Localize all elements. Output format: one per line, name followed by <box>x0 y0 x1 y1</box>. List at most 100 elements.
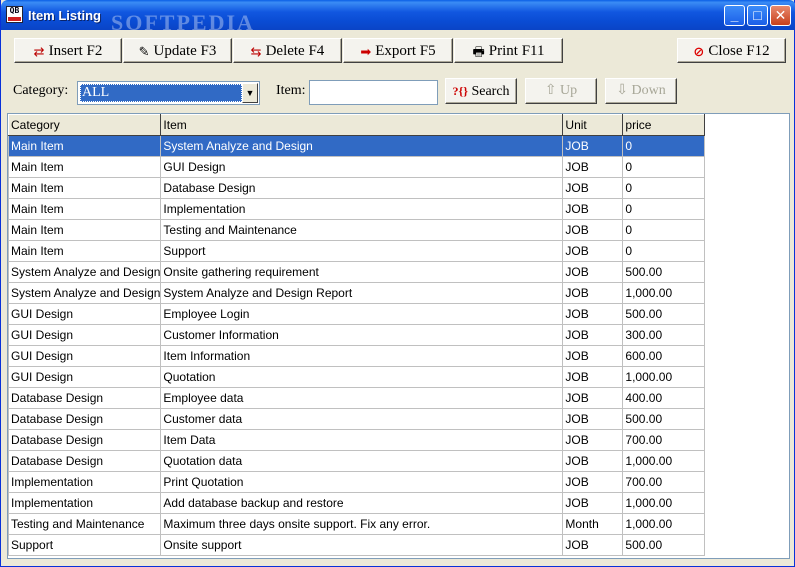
table-row[interactable]: Database Design Quotation data JOB 1,000.00 <box>7 450 706 472</box>
maximize-button[interactable]: □ <box>747 5 768 26</box>
category-cell: Database Design <box>7 387 162 409</box>
item-cell: Maximum three days onsite support. Fix a… <box>160 513 564 535</box>
price-cell: 0 <box>622 198 706 220</box>
item-cell: Employee Login <box>160 303 564 325</box>
table-row[interactable]: GUI Design Item Information JOB 600.00 <box>7 345 706 367</box>
item-cell: Quotation data <box>160 450 564 472</box>
insert-button[interactable]: ⇄ Insert F2 <box>14 38 122 63</box>
table-row[interactable]: Support Onsite support JOB 500.00 <box>7 534 706 556</box>
category-cell: Main Item <box>7 240 162 262</box>
print-button[interactable]: 🖶 Print F11 <box>454 38 563 63</box>
category-cell: Support <box>7 534 162 556</box>
table-row[interactable]: Main Item Testing and Maintenance JOB 0 <box>7 219 706 241</box>
category-select[interactable]: ALL ▼ <box>77 81 260 105</box>
unit-cell: JOB <box>562 177 624 199</box>
unit-cell: JOB <box>562 429 624 451</box>
category-cell: System Analyze and Design <box>7 261 162 283</box>
export-icon: ➡ <box>360 44 372 59</box>
unit-cell: JOB <box>562 492 624 514</box>
table-row[interactable]: Database Design Customer data JOB 500.00 <box>7 408 706 430</box>
table-row[interactable]: Main Item System Analyze and Design JOB 0 <box>7 135 706 157</box>
table-row[interactable]: Implementation Print Quotation JOB 700.00 <box>7 471 706 493</box>
table-row[interactable]: Database Design Item Data JOB 700.00 <box>7 429 706 451</box>
category-cell: Main Item <box>7 156 162 178</box>
item-grid[interactable]: Category Item Unit price Main Item System… <box>7 113 790 559</box>
column-header-item[interactable]: Item <box>160 114 564 136</box>
export-button[interactable]: ➡ Export F5 <box>343 38 453 63</box>
price-cell: 1,000.00 <box>622 492 706 514</box>
title-bar[interactable]: QB Item Listing SOFTPEDIA _ □ ✕ <box>1 0 795 35</box>
category-cell: Main Item <box>7 219 162 241</box>
table-row[interactable]: Main Item Implementation JOB 0 <box>7 198 706 220</box>
unit-cell: JOB <box>562 135 624 157</box>
unit-cell: JOB <box>562 471 624 493</box>
price-cell: 1,000.00 <box>622 513 706 535</box>
table-row[interactable]: GUI Design Employee Login JOB 500.00 <box>7 303 706 325</box>
table-row[interactable]: Implementation Add database backup and re… <box>7 492 706 514</box>
item-cell: Testing and Maintenance <box>160 219 564 241</box>
app-icon: QB <box>6 6 23 23</box>
table-header-row: Category Item Unit price <box>7 114 706 136</box>
table-row[interactable]: Main Item Support JOB 0 <box>7 240 706 262</box>
minimize-button[interactable]: _ <box>724 5 745 26</box>
item-search-input[interactable] <box>309 80 438 105</box>
price-cell: 0 <box>622 177 706 199</box>
down-button[interactable]: ⇩ Down <box>605 78 677 104</box>
table-row[interactable]: Main Item GUI Design JOB 0 <box>7 156 706 178</box>
item-cell: Item Information <box>160 345 564 367</box>
price-cell: 0 <box>622 219 706 241</box>
update-icon: ✎ <box>138 44 150 59</box>
price-cell: 600.00 <box>622 345 706 367</box>
price-cell: 400.00 <box>622 387 706 409</box>
table-row[interactable]: Testing and Maintenance Maximum three day… <box>7 513 706 535</box>
chevron-down-icon[interactable]: ▼ <box>242 83 258 103</box>
table-row[interactable]: Database Design Employee data JOB 400.00 <box>7 387 706 409</box>
price-cell: 1,000.00 <box>622 282 706 304</box>
item-cell: System Analyze and Design Report <box>160 282 564 304</box>
table-row[interactable]: GUI Design Quotation JOB 1,000.00 <box>7 366 706 388</box>
update-button[interactable]: ✎ Update F3 <box>123 38 232 63</box>
price-cell: 0 <box>622 135 706 157</box>
unit-cell: JOB <box>562 366 624 388</box>
table-row[interactable]: GUI Design Customer Information JOB 300.00 <box>7 324 706 346</box>
unit-cell: JOB <box>562 450 624 472</box>
category-cell: System Analyze and Design <box>7 282 162 304</box>
arrow-up-icon: ⇧ <box>544 83 557 98</box>
category-cell: GUI Design <box>7 303 162 325</box>
column-header-unit[interactable]: Unit <box>562 114 624 136</box>
unit-cell: JOB <box>562 408 624 430</box>
category-cell: Testing and Maintenance <box>7 513 162 535</box>
unit-cell: JOB <box>562 156 624 178</box>
price-cell: 1,000.00 <box>622 366 706 388</box>
column-header-category[interactable]: Category <box>7 114 162 136</box>
window-title: Item Listing <box>28 8 101 23</box>
close-window-button[interactable]: ✕ <box>770 5 791 26</box>
close-button[interactable]: ⊘ Close F12 <box>677 38 786 63</box>
table-body: Main Item System Analyze and Design JOB 0 Ma… <box>7 135 706 556</box>
search-button[interactable]: ?{} Search <box>445 78 517 104</box>
delete-button[interactable]: ⇆ Delete F4 <box>233 38 342 63</box>
category-cell: Main Item <box>7 198 162 220</box>
unit-cell: JOB <box>562 303 624 325</box>
category-cell: Implementation <box>7 471 162 493</box>
delete-icon: ⇆ <box>250 44 262 59</box>
print-icon: 🖶 <box>472 44 485 59</box>
table-row[interactable]: System Analyze and Design Onsite gatherin… <box>7 261 706 283</box>
table-row[interactable]: Main Item Database Design JOB 0 <box>7 177 706 199</box>
category-selected-value: ALL <box>80 84 242 102</box>
item-cell: Onsite support <box>160 534 564 556</box>
watermark: SOFTPEDIA <box>111 10 255 35</box>
category-cell: Database Design <box>7 450 162 472</box>
category-cell: Database Design <box>7 408 162 430</box>
category-cell: Main Item <box>7 135 162 157</box>
item-table: Category Item Unit price Main Item System… <box>7 114 706 556</box>
up-button[interactable]: ⇧ Up <box>525 78 597 104</box>
item-cell: System Analyze and Design <box>160 135 564 157</box>
unit-cell: JOB <box>562 240 624 262</box>
price-cell: 500.00 <box>622 534 706 556</box>
column-header-price[interactable]: price <box>622 114 706 136</box>
unit-cell: JOB <box>562 387 624 409</box>
price-cell: 700.00 <box>622 429 706 451</box>
item-cell: Customer Information <box>160 324 564 346</box>
table-row[interactable]: System Analyze and Design System Analyze … <box>7 282 706 304</box>
